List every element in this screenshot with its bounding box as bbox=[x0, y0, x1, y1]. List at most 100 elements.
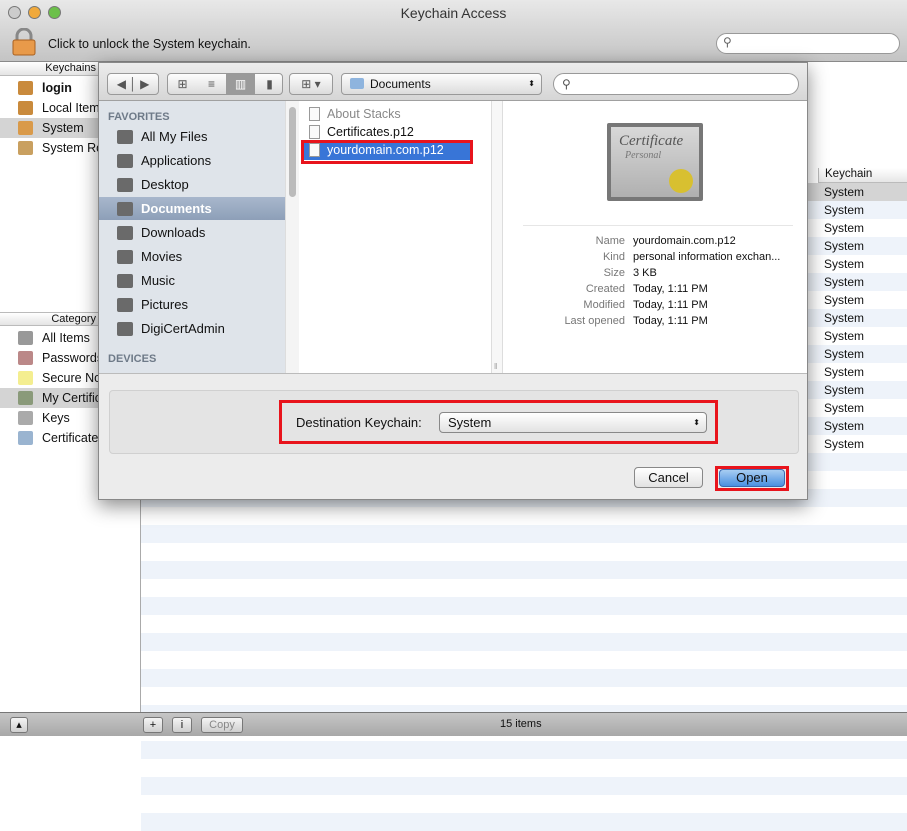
preview-label: Last opened bbox=[564, 315, 625, 327]
key-icon bbox=[18, 411, 33, 425]
favorite-all-my-files[interactable]: All My Files bbox=[99, 125, 285, 148]
keychain-cell: System bbox=[824, 239, 865, 253]
divider bbox=[523, 225, 793, 226]
unlocked-icon bbox=[18, 81, 33, 95]
label: Downloads bbox=[141, 225, 206, 240]
folder-icon bbox=[350, 78, 364, 89]
back-forward-buttons[interactable]: ◀ │ ▶ bbox=[107, 73, 159, 95]
destination-value: System bbox=[448, 415, 492, 430]
pictures-icon bbox=[117, 298, 133, 312]
unlock-text[interactable]: Click to unlock the System keychain. bbox=[48, 37, 251, 51]
table-row bbox=[141, 759, 907, 777]
dialog-toolbar: ◀ │ ▶ ⊞ ≡ ▥ ▮ ⊞ ▾ Documents ⬍ ⚲ bbox=[99, 63, 807, 101]
note-icon bbox=[18, 371, 33, 385]
icon-text: Personal bbox=[625, 150, 662, 161]
preview-label: Kind bbox=[602, 251, 625, 263]
keychain-cell: System bbox=[824, 275, 865, 289]
search-input[interactable]: ⚲ bbox=[716, 33, 900, 54]
sidebar-scrollbar[interactable] bbox=[285, 101, 299, 373]
preview-value: yourdomain.com.p12 bbox=[633, 235, 736, 247]
favorite-pictures[interactable]: Pictures bbox=[99, 293, 285, 316]
preview-value: 3 KB bbox=[633, 267, 657, 279]
favorite-applications[interactable]: Applications bbox=[99, 149, 285, 172]
keychain-cell: System bbox=[824, 383, 865, 397]
table-row bbox=[141, 813, 907, 831]
item-count: 15 items bbox=[500, 718, 542, 730]
favorite-documents[interactable]: Documents bbox=[99, 197, 285, 220]
music-icon bbox=[117, 274, 133, 288]
copy-button[interactable]: Copy bbox=[201, 717, 243, 733]
document-icon bbox=[309, 107, 320, 121]
scroll-thumb[interactable] bbox=[289, 107, 296, 197]
favorite-downloads[interactable]: Downloads bbox=[99, 221, 285, 244]
table-row bbox=[141, 669, 907, 687]
favorite-movies[interactable]: Movies bbox=[99, 245, 285, 268]
unlocked-icon bbox=[18, 101, 33, 115]
destination-keychain-select[interactable]: System ⬍ bbox=[439, 412, 707, 433]
table-row bbox=[141, 687, 907, 705]
table-row bbox=[141, 795, 907, 813]
preview-value: Today, 1:11 PM bbox=[633, 315, 708, 327]
bottom-bar: ▴ + i Copy 15 items bbox=[0, 712, 907, 736]
window-titlebar: Keychain Access Click to unlock the Syst… bbox=[0, 0, 907, 62]
icon-view-icon[interactable]: ⊞ bbox=[168, 74, 197, 94]
cancel-button[interactable]: Cancel bbox=[634, 467, 703, 488]
add-button[interactable]: + bbox=[143, 717, 163, 733]
open-dialog: ◀ │ ▶ ⊞ ≡ ▥ ▮ ⊞ ▾ Documents ⬍ ⚲ FAVORITES… bbox=[98, 62, 808, 500]
label: Music bbox=[141, 273, 175, 288]
location-label: Documents bbox=[370, 77, 431, 91]
highlight-box bbox=[301, 140, 473, 164]
location-popup[interactable]: Documents ⬍ bbox=[341, 73, 542, 95]
keychain-cell: System bbox=[824, 293, 865, 307]
preview-label: Size bbox=[603, 267, 625, 279]
favorites-sidebar: FAVORITES All My Files Applications Deskto… bbox=[99, 101, 285, 373]
label: login bbox=[42, 81, 72, 95]
toggle-sidebar-button[interactable]: ▴ bbox=[10, 717, 28, 733]
keychain-cell: System bbox=[824, 437, 865, 451]
label: Documents bbox=[141, 201, 212, 216]
label: Local Items bbox=[42, 101, 106, 115]
column-header-keychain[interactable]: Keychain bbox=[818, 168, 907, 183]
label: All My Files bbox=[141, 129, 208, 144]
table-row bbox=[141, 615, 907, 633]
keys-icon bbox=[18, 331, 33, 345]
search-icon: ⚲ bbox=[562, 77, 571, 91]
keychain-cell: System bbox=[824, 347, 865, 361]
column-resize-handle[interactable]: ‖ bbox=[491, 101, 503, 373]
desktop-icon bbox=[117, 178, 133, 192]
table-row bbox=[141, 741, 907, 759]
cabinet-icon bbox=[18, 141, 33, 155]
label: About Stacks bbox=[327, 107, 401, 121]
view-buttons[interactable]: ⊞ ≡ ▥ ▮ bbox=[167, 73, 283, 95]
dialog-search-input[interactable]: ⚲ bbox=[553, 73, 799, 95]
keychain-cell: System bbox=[824, 203, 865, 217]
column-view-icon[interactable]: ▥ bbox=[226, 74, 255, 94]
label: Movies bbox=[141, 249, 183, 264]
list-view-icon[interactable]: ≡ bbox=[197, 74, 226, 94]
label: Certificates bbox=[42, 431, 105, 445]
lock-icon[interactable] bbox=[12, 28, 36, 56]
coverflow-view-icon[interactable]: ▮ bbox=[255, 74, 282, 94]
table-row bbox=[141, 543, 907, 561]
preview-label: Name bbox=[595, 235, 625, 247]
updown-icon: ⬍ bbox=[693, 418, 700, 427]
file-item[interactable]: About Stacks bbox=[303, 105, 473, 124]
open-button[interactable]: Open bbox=[719, 469, 785, 487]
search-icon: ⚲ bbox=[723, 35, 732, 49]
updown-icon: ⬍ bbox=[528, 79, 535, 88]
favorite-desktop[interactable]: Desktop bbox=[99, 173, 285, 196]
icon-text: Certificate bbox=[619, 133, 684, 149]
favorite-music[interactable]: Music bbox=[99, 269, 285, 292]
favorites-header: FAVORITES bbox=[108, 111, 170, 123]
preview-label: Created bbox=[585, 283, 625, 295]
favorite-digicertadmin[interactable]: DigiCertAdmin bbox=[99, 317, 285, 340]
keychain-cell: System bbox=[824, 419, 865, 433]
label: Desktop bbox=[141, 177, 189, 192]
label: Applications bbox=[141, 153, 212, 168]
certificate-icon bbox=[18, 431, 33, 445]
info-button[interactable]: i bbox=[172, 717, 192, 733]
dialog-accessory-area: Destination Keychain: System ⬍ Cancel Ope… bbox=[99, 373, 807, 499]
label: Keys bbox=[42, 411, 70, 425]
arrange-button[interactable]: ⊞ ▾ bbox=[289, 73, 333, 95]
label: All Items bbox=[42, 331, 90, 345]
